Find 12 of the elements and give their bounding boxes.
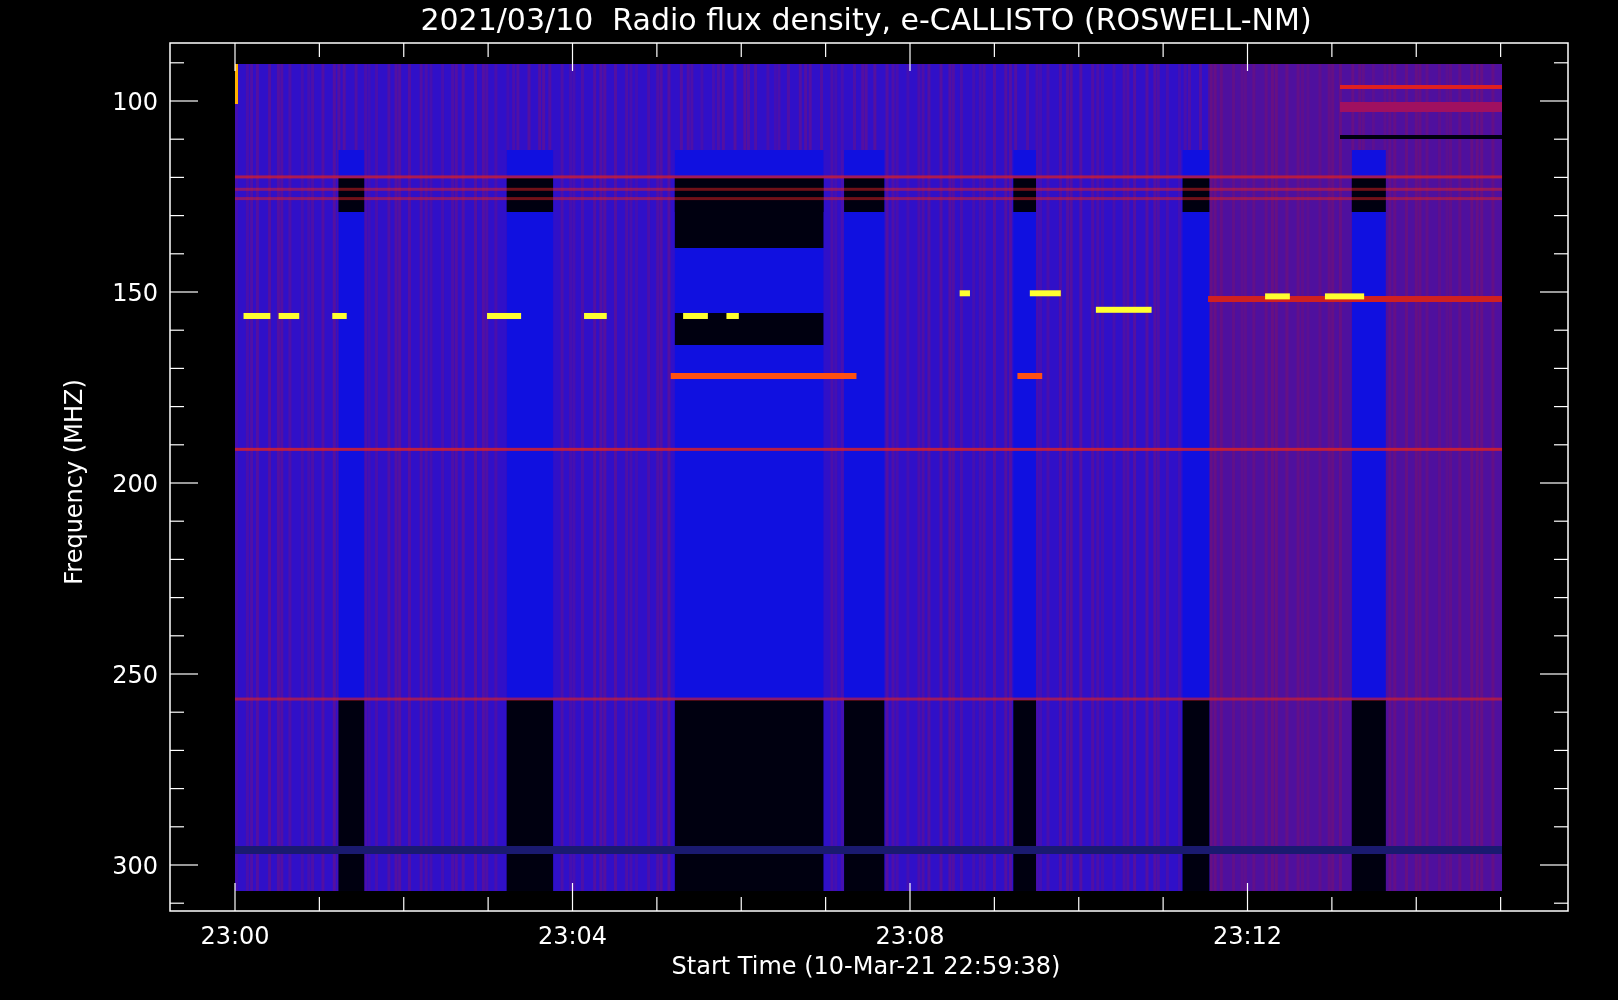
x-tick-label: 23:08 xyxy=(875,922,945,950)
y-tick-label: 300 xyxy=(112,852,158,880)
y-tick-label: 250 xyxy=(112,661,158,689)
y-tick-label: 100 xyxy=(112,88,158,116)
x-tick-label: 23:12 xyxy=(1212,922,1283,950)
y-axis-label: Frequency (MHZ) xyxy=(60,379,88,585)
chart-title: 2021/03/10 Radio flux density, e-CALLISTO (ROSWELL-NM) xyxy=(420,2,1312,37)
y-tick-label: 150 xyxy=(112,279,158,307)
x-tick-label: 23:04 xyxy=(537,922,608,950)
y-tick-label: 200 xyxy=(112,470,158,498)
x-tick-label: 23:00 xyxy=(200,922,270,950)
x-axis-label: Start Time (10-Mar-21 22:59:38) xyxy=(671,952,1061,980)
